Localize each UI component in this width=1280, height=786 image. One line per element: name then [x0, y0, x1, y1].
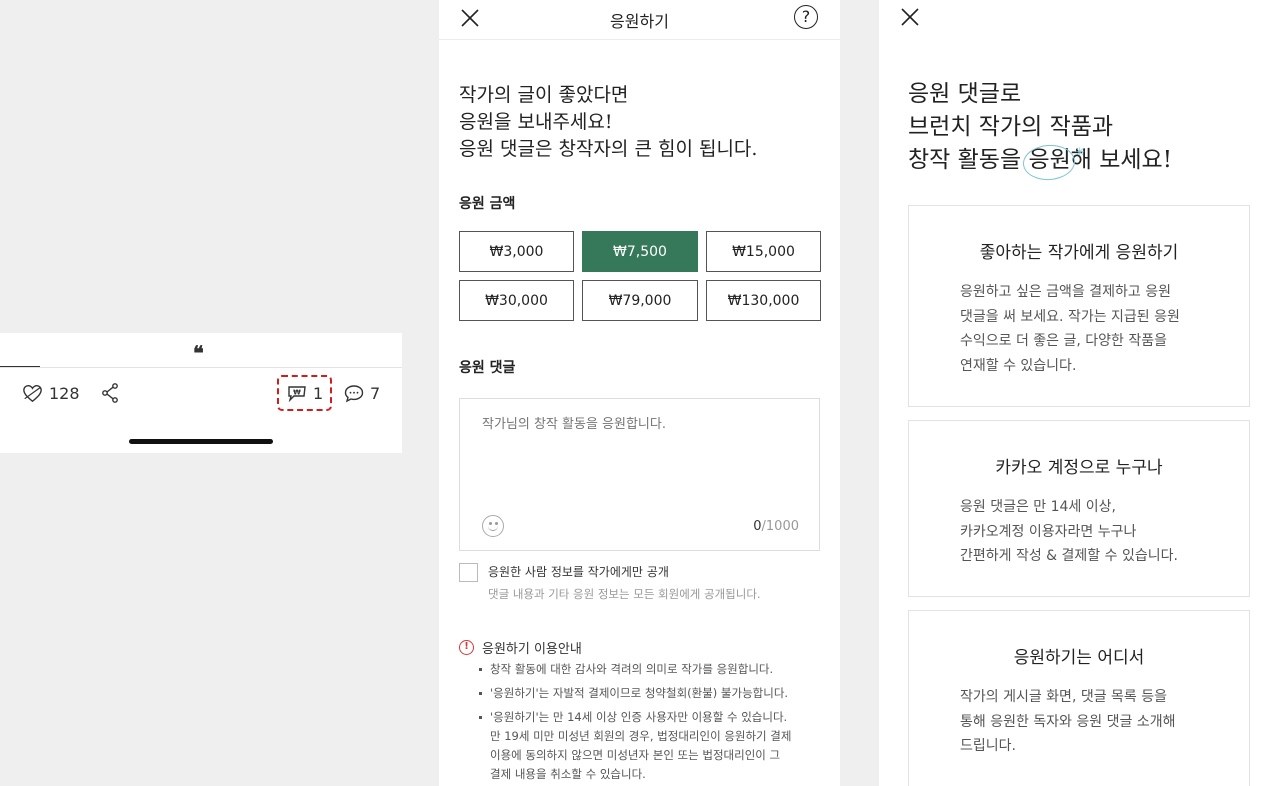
notice-item: 창작 활동에 대한 감사와 격려의 의미로 작가를 응원합니다.	[479, 660, 824, 679]
intro-headline: 응원 댓글로 브런치 작가의 작품과 창작 활동을 응원 ✳ 해 보세요!	[908, 78, 1268, 177]
char-counter: 0/1000	[753, 519, 799, 534]
amount-label: 응원 금액	[459, 196, 516, 212]
char-count: 0	[753, 519, 762, 534]
headline-line: 응원 댓글로	[908, 81, 1022, 107]
comment-count: 7	[370, 383, 381, 403]
quote-icon: ❝	[193, 341, 204, 365]
private-checkbox-hint: 댓글 내용과 기타 응원 정보는 모든 회원에게 공개됩니다.	[488, 587, 761, 601]
card-title: 좋아하는 작가에게 응원하기	[979, 243, 1179, 263]
cheer-button[interactable]: ₩ 1	[277, 375, 333, 411]
like-count: 128	[49, 383, 80, 403]
amount-option[interactable]: ₩79,000	[582, 280, 698, 321]
headline-text: 창작 활동을	[908, 147, 1029, 173]
cheer-count: 1	[313, 383, 324, 403]
amount-option[interactable]: ₩15,000	[706, 231, 821, 272]
warning-icon: !	[459, 640, 474, 655]
share-button[interactable]	[101, 377, 119, 409]
close-icon[interactable]	[900, 7, 920, 27]
divider	[0, 367, 402, 368]
cheer-intro-modal: 응원 댓글로 브런치 작가의 작품과 창작 활동을 응원 ✳ 해 보세요! 좋아하는…	[879, 0, 1280, 786]
share-icon	[102, 383, 118, 403]
amount-option[interactable]: ₩30,000	[459, 280, 574, 321]
headline-line: 창작 활동을 응원 ✳ 해 보세요!	[908, 144, 1268, 177]
cheer-won-icon: ₩	[288, 386, 306, 402]
amount-option[interactable]: ₩130,000	[706, 280, 821, 321]
home-indicator	[129, 439, 273, 444]
headline-text: 해 보세요!	[1070, 147, 1172, 173]
private-checkbox-label[interactable]: 응원한 사람 정보를 작가에게만 공개	[488, 563, 669, 580]
comment-icon	[344, 384, 364, 402]
amount-option-selected[interactable]: ₩7,500	[582, 231, 698, 272]
comment-box: 0/1000	[459, 398, 820, 551]
svg-text:₩: ₩	[293, 389, 301, 397]
article-footer: ❝ 128 ₩ 1 7	[0, 333, 402, 453]
info-card: 카카오 계정으로 누구나 응원 댓글은 만 14세 이상, 카카오계정 이용자라…	[908, 420, 1250, 597]
notice-title: 응원하기 이용안내	[482, 642, 582, 657]
circled-highlight: 응원 ✳	[1028, 144, 1084, 177]
notice-list: 창작 활동에 대한 감사와 격려의 의미로 작가를 응원합니다. '응원하기'는…	[479, 660, 824, 786]
modal-header: 응원하기 ?	[439, 0, 840, 40]
notice-header: ! 응원하기 이용안내	[459, 638, 582, 657]
cheer-modal: 응원하기 ? 작가의 글이 좋았다면 응원을 보내주세요! 응원 댓글은 창작자…	[439, 0, 840, 786]
card-body: 응원하고 싶은 금액을 결제하고 응원 댓글을 써 보세요. 작가는 지급된 응…	[960, 284, 1180, 374]
comment-input[interactable]	[460, 399, 819, 499]
action-bar: 128 ₩ 1 7	[0, 375, 402, 411]
card-body: 응원 댓글은 만 14세 이상, 카카오계정 이용자라면 누구나 간편하게 작성…	[960, 499, 1178, 564]
private-checkbox[interactable]	[459, 563, 478, 582]
char-max: /1000	[761, 519, 799, 534]
notice-item: '응원하기'는 만 14세 이상 인증 사용자만 이용할 수 있습니다. 만 1…	[479, 708, 824, 784]
headline-text: 응원	[1028, 147, 1071, 173]
info-card: 응원하기는 어디서 작가의 게시글 화면, 댓글 목록 등을 통해 응원한 독자…	[908, 610, 1250, 786]
card-title: 응원하기는 어디서	[1013, 648, 1145, 668]
comment-label: 응원 댓글	[459, 360, 516, 376]
sparkle-icon: ✳	[1074, 145, 1085, 159]
comment-button[interactable]: 7	[344, 377, 380, 409]
info-card: 좋아하는 작가에게 응원하기 응원하고 싶은 금액을 결제하고 응원 댓글을 써…	[908, 205, 1250, 407]
amount-options: ₩3,000 ₩7,500 ₩15,000 ₩30,000 ₩79,000 ₩1…	[459, 231, 821, 321]
card-body: 작가의 게시글 화면, 댓글 목록 등을 통해 응원한 독자와 응원 댓글 소개…	[960, 689, 1176, 754]
card-title: 카카오 계정으로 누구나	[995, 458, 1163, 478]
amount-option[interactable]: ₩3,000	[459, 231, 574, 272]
headline-line: 브런치 작가의 작품과	[908, 114, 1114, 140]
help-icon[interactable]: ?	[794, 5, 818, 29]
modal-title: 응원하기	[610, 12, 669, 31]
intro-text: 작가의 글이 좋았다면 응원을 보내주세요! 응원 댓글은 창작자의 큰 힘이 …	[459, 84, 758, 160]
like-button[interactable]: 128	[22, 377, 80, 409]
emoji-icon[interactable]	[482, 515, 504, 537]
notice-item: '응원하기'는 자발적 결제이므로 청약철회(환불) 불가능합니다.	[479, 684, 824, 703]
heart-icon	[23, 384, 42, 402]
